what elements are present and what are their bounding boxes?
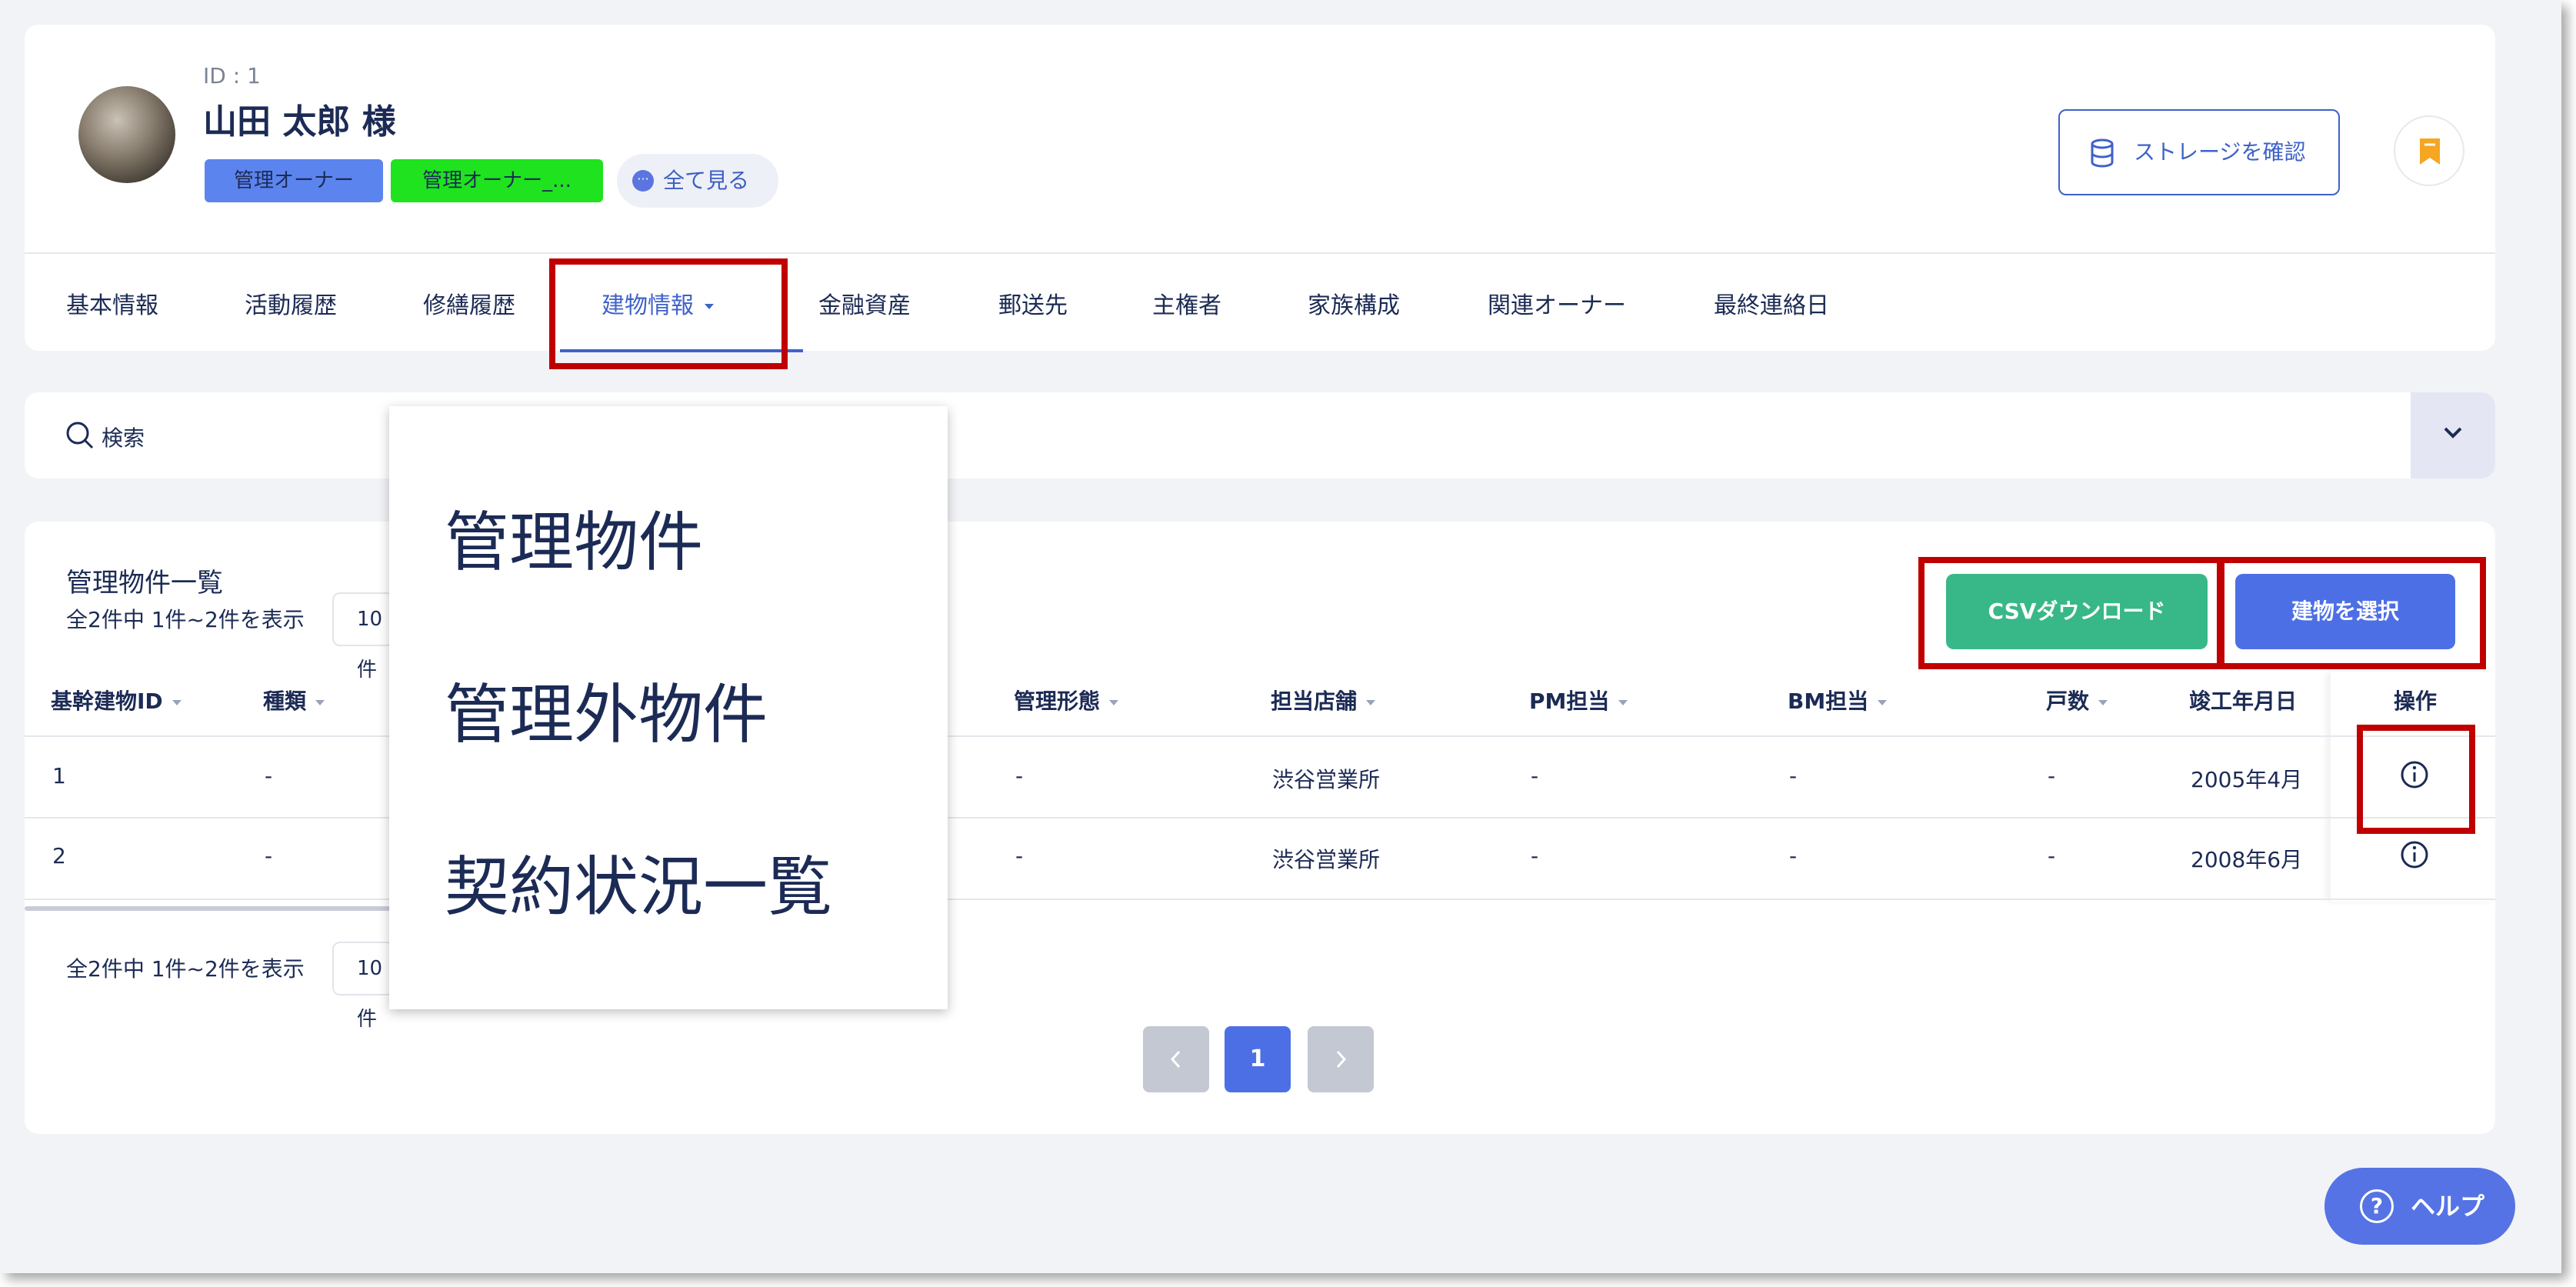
result-count: 全2件中 1件~2件を表示 — [66, 607, 305, 632]
tab-basic-info[interactable]: 基本情報 — [66, 286, 158, 320]
column-header[interactable]: 基幹建物ID — [51, 685, 182, 715]
sort-icon — [1618, 699, 1628, 705]
tab-repair-history[interactable]: 修繕履歴 — [423, 286, 515, 320]
list-title: 管理物件一覧 — [66, 568, 223, 598]
cell-building-id: 1 — [52, 763, 66, 789]
cell-mgmt-form: - — [1015, 763, 1024, 789]
column-header[interactable]: 担当店舗 — [1271, 685, 1376, 715]
check-storage-button[interactable]: ストレージを確認 — [2058, 109, 2340, 195]
column-header[interactable]: 管理形態 — [1014, 685, 1119, 715]
column-header[interactable]: 種類 — [263, 685, 325, 715]
cell-units: - — [2048, 763, 2056, 789]
highlight-box — [1918, 557, 2223, 669]
info-icon[interactable] — [2400, 840, 2429, 869]
owner-id: ID : 1 — [203, 63, 261, 88]
cell-pm: - — [1531, 843, 1539, 869]
tab-sovereign[interactable]: 主権者 — [1152, 286, 1221, 320]
tab-mailing-address[interactable]: 郵送先 — [998, 286, 1068, 320]
cell-type: - — [265, 763, 273, 789]
tab-last-contact[interactable]: 最終連絡日 — [1714, 286, 1829, 320]
sort-icon — [172, 699, 182, 705]
sort-icon — [2098, 699, 2108, 705]
avatar — [78, 86, 175, 183]
cell-units: - — [2048, 843, 2056, 869]
bookmark-icon — [2420, 138, 2440, 165]
sort-icon — [315, 699, 325, 705]
help-button[interactable]: ? ヘルプ — [2324, 1168, 2515, 1245]
owner-header-card: ID : 1 山田 太郎 様 管理オーナー 管理オーナー_... ··· 全て見… — [25, 25, 2495, 352]
building-info-dropdown: 管理物件 管理外物件 契約状況一覧 — [389, 406, 948, 1009]
column-header[interactable]: BM担当 — [1788, 685, 1888, 715]
highlight-box — [2218, 557, 2486, 669]
cell-built-date: 2005年4月 — [2191, 767, 2303, 792]
prev-page-button[interactable] — [1143, 1026, 1209, 1092]
search-label: 検索 — [102, 425, 145, 451]
column-header[interactable]: PM担当 — [1529, 685, 1628, 715]
tab-family[interactable]: 家族構成 — [1308, 286, 1400, 320]
cell-bm: - — [1789, 763, 1798, 789]
dropdown-item-contract-status[interactable]: 契約状況一覧 — [445, 835, 832, 929]
per-page-select-bottom[interactable]: 10件 — [332, 942, 394, 1031]
tab-financial-assets[interactable]: 金融資産 — [818, 286, 911, 320]
next-page-button[interactable] — [1308, 1026, 1374, 1092]
dropdown-item-unmanaged[interactable]: 管理外物件 — [445, 663, 768, 756]
chevron-left-icon — [1170, 1050, 1181, 1069]
help-label: ヘルプ — [2411, 1192, 2485, 1221]
dropdown-item-managed[interactable]: 管理物件 — [445, 491, 703, 584]
app-window: ID : 1 山田 太郎 様 管理オーナー 管理オーナー_... ··· 全て見… — [0, 0, 2561, 1273]
column-header[interactable]: 戸数 — [2046, 685, 2108, 715]
sort-icon — [1366, 699, 1376, 705]
more-icon: ··· — [632, 170, 654, 192]
search-expand-button[interactable] — [2411, 392, 2495, 478]
header-divider — [25, 252, 2495, 254]
column-header: 竣工年月日 — [2189, 689, 2298, 714]
owner-tag: 管理オーナー_... — [391, 159, 603, 202]
per-page-select[interactable]: 10件 — [332, 592, 394, 682]
cell-building-id: 2 — [52, 843, 66, 869]
tab-activity-history[interactable]: 活動履歴 — [245, 286, 337, 320]
highlight-box — [2357, 725, 2475, 834]
owner-tag: 管理オーナー — [205, 159, 383, 202]
sort-icon — [1878, 699, 1888, 705]
database-icon — [2091, 138, 2114, 168]
cell-store: 渋谷営業所 — [1272, 847, 1381, 872]
owner-name: 山田 太郎 様 — [203, 102, 396, 142]
chevron-right-icon — [1336, 1050, 1347, 1069]
question-icon: ? — [2360, 1189, 2394, 1223]
cell-pm: - — [1531, 763, 1539, 789]
highlight-box — [549, 258, 788, 369]
tab-related-owner[interactable]: 関連オーナー — [1488, 286, 1626, 320]
page-number[interactable]: 1 — [1225, 1026, 1291, 1092]
check-storage-label: ストレージを確認 — [2134, 139, 2306, 165]
see-all-label: 全て見る — [663, 168, 750, 193]
sort-icon — [1109, 699, 1119, 705]
search-icon — [66, 422, 94, 449]
cell-type: - — [265, 843, 273, 869]
chevron-down-icon — [2444, 427, 2462, 438]
cell-bm: - — [1789, 843, 1798, 869]
cell-mgmt-form: - — [1015, 843, 1024, 869]
see-all-button[interactable]: ··· 全て見る — [617, 154, 778, 208]
horizontal-scrollbar[interactable] — [25, 906, 417, 911]
bookmark-button[interactable] — [2394, 115, 2464, 186]
cell-store: 渋谷営業所 — [1272, 767, 1381, 792]
result-count-bottom: 全2件中 1件~2件を表示 — [66, 956, 305, 982]
cell-built-date: 2008年6月 — [2191, 847, 2303, 872]
